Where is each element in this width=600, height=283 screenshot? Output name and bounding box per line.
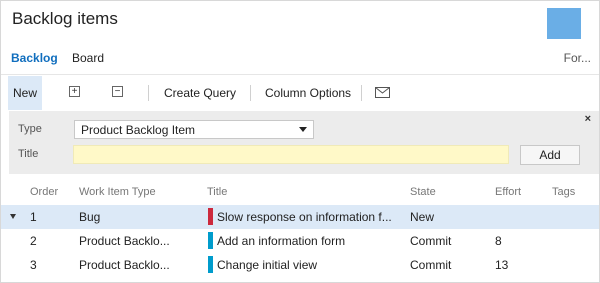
row-order: 3 [30,258,37,272]
row-type: Product Backlo... [79,258,170,272]
tab-forecast[interactable]: For... [564,51,591,65]
column-header-order[interactable]: Order [30,186,58,198]
type-select-value: Product Backlog Item [81,123,196,137]
row-order: 1 [30,210,37,224]
grid-header-row: Order Work Item Type Title State Effort … [1,181,599,205]
create-query-button[interactable]: Create Query [164,86,236,100]
row-order: 2 [30,234,37,248]
column-header-title[interactable]: Title [207,186,227,198]
row-type: Bug [79,210,101,224]
toolbar-divider [148,85,149,101]
row-effort: 8 [495,234,502,248]
add-button[interactable]: Add [520,145,580,165]
table-row[interactable]: 3 Product Backlo... Change initial view … [1,253,599,277]
row-effort: 13 [495,258,509,272]
row-title-link[interactable]: Change initial view [217,258,317,272]
backlog-window: Backlog items Backlog Board For... New +… [0,0,600,283]
column-header-effort[interactable]: Effort [495,186,521,198]
column-header-state[interactable]: State [410,186,436,198]
title-input[interactable] [73,145,509,164]
column-options-button[interactable]: Column Options [265,86,351,100]
toolbar-divider [361,85,362,101]
new-item-button[interactable]: New [8,76,42,110]
row-state: Commit [410,234,452,248]
caret-down-icon[interactable] [10,214,16,219]
type-color-bar [208,232,213,249]
expand-all-icon[interactable]: + [69,86,80,97]
type-label: Type [18,123,42,135]
type-color-bar [208,208,213,225]
type-color-bar [208,256,213,273]
backlog-toolbar: New + − Create Query Column Options [1,74,599,111]
row-type: Product Backlo... [79,234,170,248]
column-header-tags[interactable]: Tags [552,186,575,198]
tab-board[interactable]: Board [72,51,104,65]
tab-backlog[interactable]: Backlog [11,51,58,65]
row-title-link[interactable]: Add an information form [217,234,345,248]
envelope-icon[interactable] [375,87,390,98]
close-icon[interactable]: × [585,113,591,125]
work-item-type-select[interactable]: Product Backlog Item [74,120,314,139]
row-state: New [410,210,435,224]
table-row[interactable]: 1 Bug Slow response on information f... … [1,205,599,229]
toolbar-divider [250,85,251,101]
page-title: Backlog items [12,9,118,28]
column-header-type[interactable]: Work Item Type [79,186,156,198]
row-title-link[interactable]: Slow response on information f... [217,210,392,224]
table-row[interactable]: 2 Product Backlo... Add an information f… [1,229,599,253]
title-label: Title [18,148,39,160]
chevron-down-icon [299,127,307,132]
accent-tile [547,8,581,39]
row-state: Commit [410,258,452,272]
collapse-all-icon[interactable]: − [112,86,123,97]
view-tabs: Backlog Board For... [1,47,599,69]
new-item-panel: × Type Product Backlog Item Title Add [9,111,599,174]
